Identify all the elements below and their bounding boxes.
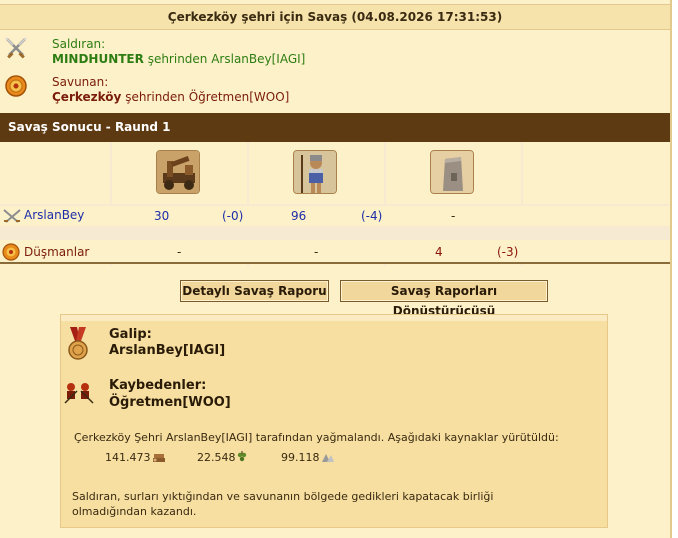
spearman-unit-icon[interactable] — [293, 150, 337, 194]
wine-icon — [237, 451, 247, 462]
battle-grid: ArslanBey 30 (-0) 96 (-4) - Düşmanlar - … — [0, 142, 670, 266]
defender-wall-loss: (-3) — [497, 245, 519, 259]
marble-amount: 99.118 — [281, 451, 320, 464]
attacker-player[interactable]: MINDHUNTER — [52, 52, 144, 66]
battle-title: Çerkezköy şehri için Savaş (04.08.2026 1… — [0, 4, 670, 30]
defender-wall-count: 4 — [435, 245, 443, 259]
result-panel: Galip: ArslanBey[IAGI] Kaybedenler: Öğre… — [60, 314, 608, 528]
defender-label: Savunan: — [52, 75, 109, 89]
wine-amount: 22.548 — [197, 451, 236, 464]
detailed-report-button[interactable]: Detaylı Savaş Raporu — [180, 280, 329, 302]
wood-amount: 141.473 — [105, 451, 151, 464]
defender-spearman-count: - — [314, 245, 319, 259]
attacker-catapult-count: 30 — [154, 209, 170, 223]
attacker-label: Saldıran: — [52, 37, 106, 51]
attacker-line: MINDHUNTER şehrinden ArslanBey[IAGI] — [52, 52, 305, 66]
fallen-soldiers-icon — [64, 383, 94, 404]
shield-icon — [5, 75, 27, 97]
catapult-unit-icon[interactable] — [156, 150, 200, 194]
attacker-city: şehrinden ArslanBey[IAGI] — [143, 52, 306, 66]
round-header: Savaş Sonucu - Raund 1 — [0, 113, 670, 142]
losers-name: Öğretmen[WOO] — [109, 395, 231, 410]
wall-unit-icon[interactable] — [430, 150, 474, 194]
plunder-text: Çerkezköy Şehri ArslanBey[IAGI] tarafınd… — [74, 431, 559, 444]
attacker-row-label[interactable]: ArslanBey — [24, 208, 84, 222]
panel-top-stripe — [61, 315, 607, 321]
wood-icon — [153, 454, 165, 462]
winner-name: ArslanBey[IAGI] — [109, 343, 226, 358]
medal-icon — [68, 327, 88, 360]
attacker-catapult-loss: (-0) — [222, 209, 244, 223]
crossed-swords-icon — [3, 209, 21, 223]
battle-summary: Saldıran, surları yıktığından ve savunan… — [72, 490, 494, 518]
attacker-spearman-count: 96 — [291, 209, 307, 223]
attacker-wall-count: - — [451, 209, 456, 223]
shield-icon — [2, 243, 20, 261]
defender-city-name[interactable]: Çerkezköy — [52, 90, 121, 104]
attacker-spearman-loss: (-4) — [361, 209, 383, 223]
attacker-unit-row — [0, 204, 670, 228]
winner-label: Galip: — [109, 327, 152, 342]
defender-block: Savunan: Çerkezköy şehrinden Öğretmen[WO… — [0, 74, 670, 108]
defender-catapult-count: - — [177, 245, 182, 259]
marble-icon — [322, 454, 334, 462]
defender-unit-row — [0, 240, 670, 264]
losers-label: Kaybedenler: — [109, 378, 207, 393]
crossed-swords-icon — [5, 37, 27, 59]
defender-line: Çerkezköy şehrinden Öğretmen[WOO] — [52, 90, 289, 104]
defender-row-label: Düşmanlar — [24, 245, 90, 259]
defender-player: şehrinden Öğretmen[WOO] — [121, 90, 290, 104]
row-spacer — [0, 228, 670, 240]
scroll-gutter — [672, 0, 678, 538]
report-converter-button[interactable]: Savaş Raporları Dönüştürücüsü — [340, 280, 548, 318]
attacker-block: Saldıran: MINDHUNTER şehrinden ArslanBey… — [0, 36, 670, 70]
